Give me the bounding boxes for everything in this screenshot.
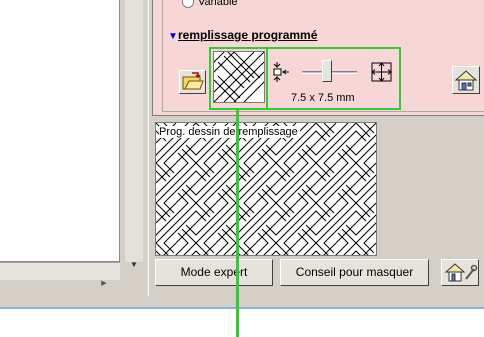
scroll-down-arrow-icon[interactable]: ▼: [120, 258, 148, 272]
document-canvas[interactable]: [0, 0, 120, 262]
scroll-right-arrow-icon[interactable]: ▶: [97, 278, 111, 290]
home-button[interactable]: [452, 66, 480, 94]
pattern-callout-highlight: [209, 47, 268, 110]
outside-area: [0, 311, 484, 337]
masking-tip-button[interactable]: Conseil pour masquer: [280, 259, 429, 286]
window-bottom-bar: [0, 296, 484, 309]
section-title[interactable]: remplissage programmé: [178, 28, 317, 42]
size-callout-highlight: [266, 47, 401, 110]
folder-open-icon: [182, 72, 204, 90]
section-collapse-icon[interactable]: ▼: [168, 31, 178, 42]
expert-mode-button[interactable]: Mode expert: [155, 259, 273, 286]
house-settings-icon: [444, 263, 478, 282]
open-pattern-button[interactable]: [179, 70, 206, 94]
home-settings-button[interactable]: [441, 259, 479, 286]
pattern-preview: [155, 122, 377, 256]
variable-label: Variable: [198, 0, 238, 8]
callout-pointer-line: [236, 110, 239, 337]
weave-preview-icon: [156, 123, 376, 255]
vertical-scrollbar[interactable]: [125, 0, 143, 262]
house-icon: [454, 70, 478, 91]
preview-title: Prog. dessin de remplissage: [159, 126, 300, 138]
